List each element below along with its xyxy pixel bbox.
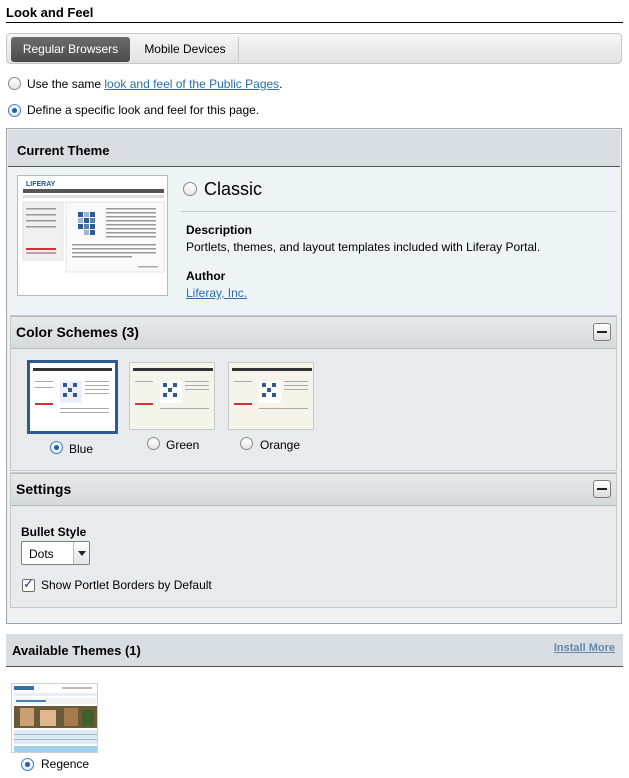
bullet-style-value: Dots bbox=[29, 547, 54, 561]
use-same-radio[interactable] bbox=[8, 77, 21, 90]
color-schemes-title: Color Schemes (3) bbox=[16, 324, 139, 340]
use-same-prefix: Use the same bbox=[27, 77, 105, 91]
regence-theme-radio[interactable] bbox=[21, 758, 34, 771]
regence-theme-thumbnail[interactable] bbox=[11, 683, 98, 753]
blue-scheme-radio[interactable] bbox=[50, 441, 63, 454]
install-more-link[interactable]: Install More bbox=[554, 642, 615, 654]
browser-tabs: Regular Browsers Mobile Devices bbox=[6, 33, 622, 64]
current-theme-header: Current Theme bbox=[8, 130, 620, 167]
current-theme-body: LIFERAY Classic Description Portlets, th… bbox=[8, 167, 620, 316]
define-specific-radio[interactable] bbox=[8, 104, 21, 117]
description-divider bbox=[181, 211, 617, 212]
color-schemes-panel: Color Schemes (3) Blue Green Orange bbox=[10, 315, 617, 471]
settings-header: Settings bbox=[11, 473, 616, 506]
bullet-style-label: Bullet Style bbox=[21, 525, 87, 539]
description-label: Description bbox=[186, 223, 253, 237]
classic-theme-name: Classic bbox=[204, 179, 263, 199]
show-borders-label: Show Portlet Borders by Default bbox=[41, 578, 212, 592]
public-pages-link[interactable]: look and feel of the Public Pages bbox=[104, 77, 279, 91]
collapse-color-schemes-button[interactable] bbox=[593, 323, 611, 341]
classic-theme-thumbnail: LIFERAY bbox=[17, 175, 168, 296]
orange-scheme-label: Orange bbox=[260, 438, 301, 452]
theme-frame: Current Theme LIFERAY Classic Descriptio… bbox=[6, 128, 622, 624]
blue-scheme-label: Blue bbox=[69, 442, 94, 456]
show-borders-checkbox[interactable] bbox=[22, 577, 35, 592]
green-scheme-radio[interactable] bbox=[147, 437, 160, 450]
green-scheme-thumbnail[interactable] bbox=[129, 362, 215, 430]
settings-title: Settings bbox=[16, 481, 72, 497]
thumbnail-logo: LIFERAY bbox=[26, 181, 56, 188]
available-themes-title: Available Themes (1) bbox=[12, 643, 141, 658]
chevron-down-icon bbox=[73, 542, 89, 564]
use-same-suffix: . bbox=[279, 77, 283, 91]
author-link[interactable]: Liferay, Inc. bbox=[186, 286, 247, 300]
define-specific-label: Define a specific look and feel for this… bbox=[27, 103, 260, 117]
orange-scheme-radio[interactable] bbox=[240, 437, 253, 450]
collapse-settings-button[interactable] bbox=[593, 480, 611, 498]
available-themes-header: Available Themes (1) Install More bbox=[6, 634, 623, 667]
title-divider bbox=[6, 22, 623, 23]
blue-scheme-thumbnail[interactable] bbox=[27, 360, 118, 434]
color-schemes-header: Color Schemes (3) bbox=[11, 316, 616, 349]
use-same-option: Use the same look and feel of the Public… bbox=[27, 77, 283, 91]
orange-scheme-thumbnail[interactable] bbox=[228, 362, 314, 430]
author-label: Author bbox=[186, 269, 226, 283]
green-scheme-label: Green bbox=[166, 438, 200, 452]
classic-thumbnail-graphic: LIFERAY bbox=[18, 176, 167, 295]
description-text: Portlets, themes, and layout templates i… bbox=[186, 240, 541, 254]
page-title: Look and Feel bbox=[6, 5, 94, 20]
bullet-style-select[interactable]: Dots bbox=[21, 541, 90, 565]
tab-mobile-devices[interactable]: Mobile Devices bbox=[132, 37, 239, 62]
current-theme-title: Current Theme bbox=[17, 143, 110, 158]
color-schemes-body: Blue Green Orange bbox=[11, 349, 616, 470]
classic-theme-radio[interactable] bbox=[183, 182, 197, 196]
tab-regular-browsers[interactable]: Regular Browsers bbox=[11, 37, 130, 62]
regence-theme-label: Regence bbox=[41, 757, 90, 771]
